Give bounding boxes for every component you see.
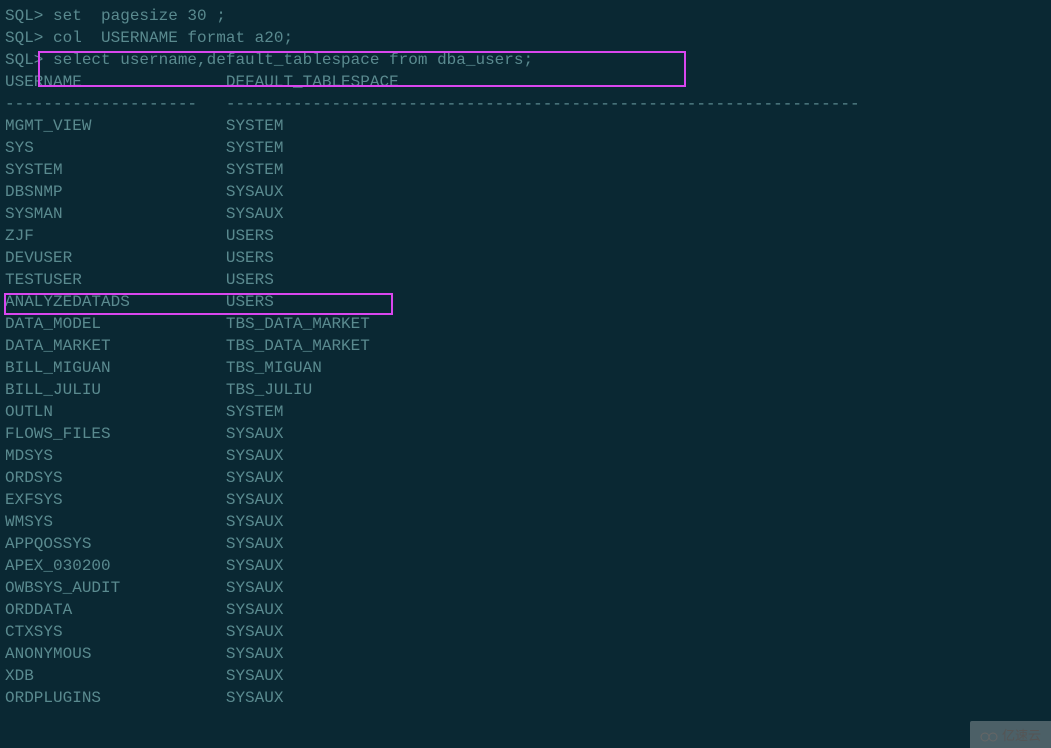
terminal-line: ORDSYS SYSAUX (5, 467, 1046, 489)
terminal-line: SYSMAN SYSAUX (5, 203, 1046, 225)
terminal-line: APEX_030200 SYSAUX (5, 555, 1046, 577)
terminal-line: FLOWS_FILES SYSAUX (5, 423, 1046, 445)
terminal-line: BILL_JULIU TBS_JULIU (5, 379, 1046, 401)
terminal-line: ZJF USERS (5, 225, 1046, 247)
terminal-line: ANONYMOUS SYSAUX (5, 643, 1046, 665)
terminal-line: XDB SYSAUX (5, 665, 1046, 687)
terminal-line: ORDPLUGINS SYSAUX (5, 687, 1046, 709)
terminal-line: MDSYS SYSAUX (5, 445, 1046, 467)
watermark: 亿速云 (970, 721, 1051, 748)
terminal-line: BILL_MIGUAN TBS_MIGUAN (5, 357, 1046, 379)
terminal-line: DATA_MARKET TBS_DATA_MARKET (5, 335, 1046, 357)
terminal-line: WMSYS SYSAUX (5, 511, 1046, 533)
terminal-line: MGMT_VIEW SYSTEM (5, 115, 1046, 137)
terminal-line: USERNAME DEFAULT_TABLESPACE (5, 71, 1046, 93)
terminal-line: SYS SYSTEM (5, 137, 1046, 159)
terminal-output: SQL> set pagesize 30 ;SQL> col USERNAME … (5, 5, 1046, 709)
terminal-line: TESTUSER USERS (5, 269, 1046, 291)
terminal-line: APPQOSSYS SYSAUX (5, 533, 1046, 555)
terminal-line: ORDDATA SYSAUX (5, 599, 1046, 621)
terminal-line: SQL> col USERNAME format a20; (5, 27, 1046, 49)
terminal-line: CTXSYS SYSAUX (5, 621, 1046, 643)
watermark-icon (980, 730, 998, 740)
terminal-line: EXFSYS SYSAUX (5, 489, 1046, 511)
terminal-line: SYSTEM SYSTEM (5, 159, 1046, 181)
terminal-line: DATA_MODEL TBS_DATA_MARKET (5, 313, 1046, 335)
terminal-line: OWBSYS_AUDIT SYSAUX (5, 577, 1046, 599)
terminal-line: DEVUSER USERS (5, 247, 1046, 269)
terminal-line: DBSNMP SYSAUX (5, 181, 1046, 203)
terminal-line: SQL> set pagesize 30 ; (5, 5, 1046, 27)
terminal-line: SQL> select username,default_tablespace … (5, 49, 1046, 71)
terminal-line: ANALYZEDATADS USERS (5, 291, 1046, 313)
terminal-line: -------------------- -------------------… (5, 93, 1046, 115)
watermark-text: 亿速云 (1002, 725, 1041, 744)
terminal-line: OUTLN SYSTEM (5, 401, 1046, 423)
